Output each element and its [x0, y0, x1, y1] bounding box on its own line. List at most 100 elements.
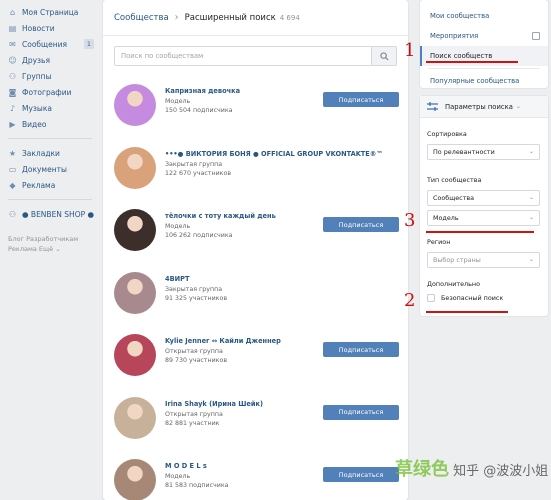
safe-search-option[interactable]: Безопасный поиск: [420, 294, 548, 302]
community-type-select[interactable]: Сообщества ⌄: [427, 190, 540, 206]
breadcrumb: Сообщества › Расширенный поиск 4 694: [103, 0, 408, 36]
list-item: M O D E L s Модель 81 583 подписчика Подпис…: [103, 449, 408, 500]
camera-icon: ◙: [8, 87, 17, 97]
menu-item-my-communities[interactable]: Мои сообщества: [420, 6, 548, 26]
sidebar-item-label: Реклама: [22, 180, 56, 190]
list-item: Капризная девочка Модель 150 504 подписчик…: [103, 74, 408, 137]
chevron-down-icon: ⌄: [528, 194, 534, 201]
menu-item-community-search[interactable]: Поиск сообществ: [420, 46, 548, 66]
subtype-select[interactable]: Модель ⌄: [427, 210, 540, 226]
list-item: 4ВИРТ Закрытая группа 91 325 участников: [103, 262, 408, 325]
community-type-label: Тип сообщества: [427, 176, 482, 184]
community-info: Капризная девочка Модель 150 504 подписчик…: [165, 87, 240, 137]
subscribe-button[interactable]: Подписаться: [323, 404, 399, 420]
community-type: Открытая группа: [165, 410, 223, 418]
sidebar-item-label: Группы: [22, 71, 52, 81]
member-count: 82 881 участник: [165, 419, 220, 427]
subscribe-button[interactable]: Подписаться: [323, 342, 399, 357]
footer-links[interactable]: Блог Разработчикам: [0, 234, 100, 244]
sidebar-item[interactable]: ◆ Реклама: [0, 177, 100, 193]
search-icon: [379, 51, 389, 61]
avatar[interactable]: [114, 396, 156, 439]
breadcrumb-communities-link[interactable]: Сообщества: [114, 13, 169, 23]
sidebar-item-label: ● BENBEN SHOP ●: [22, 209, 95, 219]
user-icon: ☺: [8, 55, 17, 65]
community-name[interactable]: тёлочки с тоту каждый день: [165, 212, 276, 220]
member-count: 150 504 подписчика: [165, 107, 233, 114]
sidebar-item[interactable]: ☺ Друзья: [0, 52, 100, 68]
community-info: 4ВИРТ Закрытая группа 91 325 участников: [165, 275, 227, 325]
region-select[interactable]: Выбор страны ⌄: [427, 252, 540, 268]
menu-item-label: Мероприятия: [430, 32, 479, 40]
sidebar-item[interactable]: ◙ Фотографии: [0, 84, 100, 100]
sidebar-item[interactable]: ★ Закладки: [0, 145, 100, 161]
list-item: Kylie Jenner ↔ Кайли Дженнер Открытая гру…: [103, 324, 408, 387]
watermark-logo: 草绿色: [395, 459, 449, 480]
extra-label: Дополнительно: [427, 280, 481, 288]
sidebar-item[interactable]: ▭ Документы: [0, 161, 100, 177]
community-name[interactable]: M O D E L s: [165, 462, 229, 470]
watermark-text: 知乎 @波波小姐: [453, 464, 549, 479]
document-icon: ▭: [8, 164, 17, 174]
watermark: 草绿色 知乎 @波波小姐: [395, 455, 548, 481]
message-icon: ✉: [9, 39, 16, 49]
sidebar-item-label: Моя Страница: [22, 7, 79, 17]
search-button[interactable]: [371, 46, 397, 66]
sidebar-item[interactable]: ▤ Новости: [0, 20, 100, 36]
sort-value: По релевантности: [433, 148, 495, 156]
footer-links-2[interactable]: Реклама Ещё ⌄: [0, 244, 100, 254]
search-input[interactable]: [114, 46, 371, 66]
subscribe-button[interactable]: Подписаться: [323, 467, 399, 482]
menu-item-popular[interactable]: Популярные сообщества: [420, 71, 548, 91]
member-count: 89 730 участников: [165, 357, 228, 364]
sidebar-item-label: Видео: [22, 119, 47, 129]
avatar[interactable]: [114, 334, 156, 376]
community-name[interactable]: •••● ВИКТОРИЯ БОНЯ ● OFFICIAL GROUP VKON…: [165, 150, 383, 158]
subscribe-button[interactable]: Подписаться: [323, 92, 399, 107]
sidebar-item[interactable]: ▶ Видео: [0, 116, 100, 132]
avatar[interactable]: [114, 84, 156, 126]
sidebar-item-benben-shop[interactable]: ⚇ ● BENBEN SHOP ●: [0, 206, 100, 222]
music-icon: ♪: [9, 103, 16, 113]
community-info: Irina Shayk (Ирина Шейк) Открытая группа 8…: [165, 400, 263, 450]
communities-menu: Мои сообщества Мероприятия Поиск сообщес…: [420, 0, 548, 88]
menu-item-events[interactable]: Мероприятия: [420, 26, 548, 46]
sidebar-item[interactable]: ⌂ Моя Страница: [0, 4, 100, 20]
region-placeholder: Выбор страны: [433, 256, 481, 264]
menu-divider: [428, 68, 540, 69]
subscribe-button[interactable]: Подписаться: [323, 217, 399, 232]
avatar[interactable]: [114, 146, 156, 189]
search-results-panel: Сообщества › Расширенный поиск 4 694 Кап…: [103, 0, 408, 500]
menu-item-label: Мои сообщества: [430, 12, 490, 20]
community-type: Закрытая группа: [165, 285, 223, 293]
annotation-number-3: 3: [404, 210, 416, 231]
chevron-down-icon: ⌄: [528, 148, 534, 155]
member-count: 106 262 подписчика: [165, 232, 233, 239]
left-sidebar: ⌂ Моя Страница ▤ Новости ✉ Сообщения 1 ☺ Друзья ⚇…: [0, 4, 100, 254]
sidebar-item[interactable]: ✉ Сообщения 1: [0, 36, 100, 52]
avatar[interactable]: [114, 459, 156, 500]
home-icon: ⌂: [9, 7, 16, 17]
community-name[interactable]: Irina Shayk (Ирина Шейк): [165, 400, 263, 408]
safe-search-checkbox[interactable]: [427, 294, 435, 302]
community-info: Kylie Jenner ↔ Кайли Дженнер Открытая гру…: [165, 337, 281, 387]
list-item: тёлочки с тоту каждый день Модель 106 262 …: [103, 199, 408, 262]
sort-select[interactable]: По релевантности ⌄: [427, 144, 540, 160]
sidebar-item[interactable]: ♪ Музыка: [0, 100, 100, 116]
sidebar-item-label: Сообщения: [22, 39, 68, 49]
community-name[interactable]: 4ВИРТ: [165, 275, 227, 283]
chevron-down-icon: ⌄: [528, 214, 534, 221]
subtype-value: Модель: [433, 214, 459, 222]
community-type: Закрытая группа: [165, 160, 223, 168]
safe-search-label: Безопасный поиск: [441, 294, 504, 302]
community-name[interactable]: Kylie Jenner ↔ Кайли Дженнер: [165, 337, 281, 345]
community-type-value: Сообщества: [433, 194, 475, 202]
community-name[interactable]: Капризная девочка: [165, 87, 240, 95]
params-header[interactable]: Параметры поиска ⌄: [420, 96, 548, 118]
video-icon: ▶: [9, 119, 16, 129]
avatar[interactable]: [114, 209, 156, 251]
avatar[interactable]: [114, 271, 156, 314]
community-info: •••● ВИКТОРИЯ БОНЯ ● OFFICIAL GROUP VKON…: [165, 150, 383, 200]
sidebar-item[interactable]: ⚇ Группы: [0, 68, 100, 84]
chevron-down-icon: ⌄: [515, 103, 521, 110]
